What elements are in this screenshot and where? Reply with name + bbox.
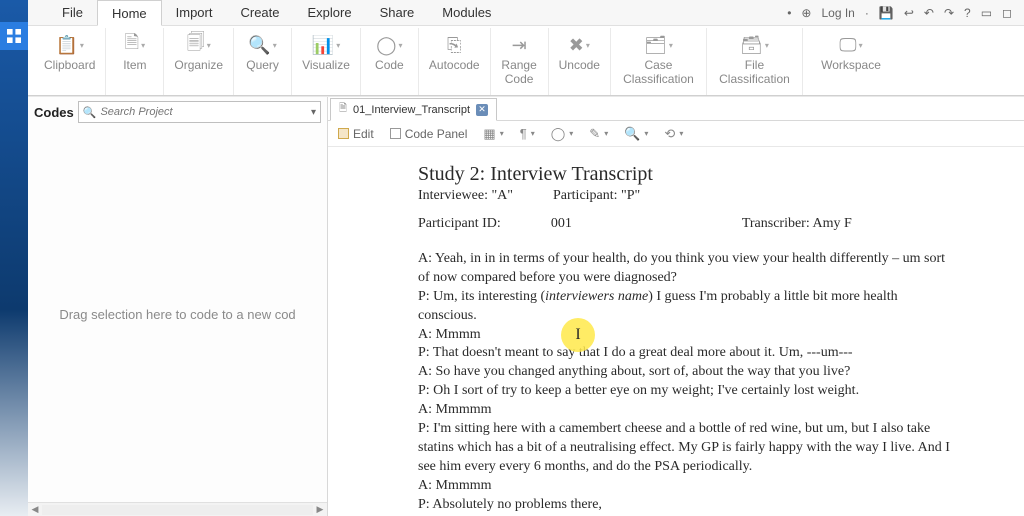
document-icon: 🗎 [339, 101, 347, 118]
scroll-left-icon[interactable]: ◀ [28, 504, 42, 515]
transcript-line: P: Um, its interesting (interviewers nam… [418, 288, 954, 326]
menu-import[interactable]: Import [162, 0, 227, 25]
transcript-line: A: Yeah, in in in terms of your health, … [418, 250, 954, 288]
divider: · [865, 6, 869, 20]
scroll-right-icon[interactable]: ▶ [313, 504, 327, 515]
layout-menu[interactable]: ▦▾ [483, 126, 503, 142]
highlighter-icon: ✎ [589, 126, 600, 142]
transcript-line: P: Absolutely no problems there, [418, 496, 954, 515]
codes-panel: Codes 🔍 ▾ Drag selection here to code to… [28, 97, 328, 516]
menu-share[interactable]: Share [366, 0, 429, 25]
menu-file[interactable]: File [48, 0, 97, 25]
ribbon-item[interactable]: 🗎▾ Item [106, 28, 164, 95]
menu-modules[interactable]: Modules [428, 0, 505, 25]
clipboard-icon: 📋▾ [55, 32, 83, 58]
login-button[interactable]: Log In [821, 6, 854, 20]
zoom-menu[interactable]: 🔍▾ [624, 126, 648, 142]
minimize-icon[interactable]: ▭ [981, 6, 992, 20]
document-tab-label: 01_Interview_Transcript [353, 104, 470, 116]
ribbon-code[interactable]: ◯▾ Code [361, 28, 419, 95]
layout-icon: ▦ [483, 126, 495, 142]
ribbon: 📋▾ Clipboard 🗎▾ Item 🗐▾ Organize 🔍▾ Quer… [28, 26, 1024, 96]
document-tab[interactable]: 🗎 01_Interview_Transcript ✕ [330, 98, 497, 121]
transcript-body[interactable]: A: Yeah, in in in terms of your health, … [418, 250, 954, 514]
code-panel-toggle[interactable]: Code Panel [390, 127, 468, 141]
close-tab-icon[interactable]: ✕ [476, 104, 488, 116]
menu-create[interactable]: Create [226, 0, 293, 25]
item-icon: 🗎▾ [125, 32, 146, 58]
ribbon-organize[interactable]: 🗐▾ Organize [164, 28, 234, 95]
ribbon-clipboard[interactable]: 📋▾ Clipboard [34, 28, 106, 95]
ribbon-visualize[interactable]: 📊▾ Visualize [292, 28, 361, 95]
help-icon[interactable]: ? [964, 6, 971, 20]
ribbon-file-classification[interactable]: 🗃▾ File Classification [707, 28, 803, 95]
search-icon: 🔍 [83, 106, 97, 119]
ribbon-workspace[interactable]: 🖵▾ Workspace [803, 28, 899, 95]
transcript-line: A: Mmmmm [418, 401, 954, 420]
globe-icon[interactable]: ⊕ [801, 6, 811, 20]
code-panel-checkbox[interactable] [390, 128, 401, 139]
document-content[interactable]: Study 2: Interview Transcript Interviewe… [328, 147, 1024, 516]
link-menu[interactable]: ⟲▾ [664, 126, 683, 142]
document-toolbar: Edit Code Panel ▦▾ ¶▾ ◯▾ ✎▾ 🔍▾ ⟲▾ [328, 121, 1024, 147]
save-icon[interactable]: 💾 [879, 6, 894, 20]
paragraph-menu[interactable]: ¶▾ [520, 126, 535, 141]
menubar: File Home Import Create Explore Share Mo… [28, 0, 1024, 26]
workspace-icon: 🖵▾ [839, 32, 862, 58]
transcript-line: A: Mmmm [418, 326, 954, 345]
codes-title: Codes [34, 105, 74, 120]
menu-explore[interactable]: Explore [294, 0, 366, 25]
redo-icon[interactable]: ↷ [944, 6, 954, 20]
organize-icon: 🗐▾ [187, 32, 211, 58]
zoom-icon: 🔍 [624, 126, 640, 142]
case-classification-icon: 🗂▾ [644, 32, 673, 58]
transcript-line: P: I'm sitting here with a camembert che… [418, 420, 954, 477]
document-panel: 🗎 01_Interview_Transcript ✕ Edit Code Pa… [328, 97, 1024, 516]
window-icon[interactable]: ◻ [1002, 6, 1012, 20]
autocode-icon: ⎘ [447, 32, 461, 58]
edit-toggle[interactable]: Edit [338, 127, 374, 141]
ribbon-uncode[interactable]: ✖▾ Uncode [549, 28, 611, 95]
interviewee-label: Interviewee: "A" [418, 188, 513, 204]
participant-label: Participant: "P" [553, 188, 640, 204]
codes-h-scrollbar[interactable]: ◀ ▶ [28, 502, 327, 516]
transcript-line: A: So have you changed anything about, s… [418, 363, 954, 382]
ribbon-range-code[interactable]: ⇥ Range Code [491, 28, 549, 95]
app-logo [0, 22, 28, 50]
highlighter-menu[interactable]: ✎▾ [589, 126, 608, 142]
ribbon-case-classification[interactable]: 🗂▾ Case Classification [611, 28, 707, 95]
sync-icon[interactable]: • [787, 6, 791, 20]
transcriber-label: Transcriber: Amy F [742, 216, 852, 232]
link-icon: ⟲ [664, 126, 675, 142]
chevron-down-icon[interactable]: ▾ [311, 107, 316, 118]
menu-home[interactable]: Home [97, 0, 162, 26]
transcript-line: P: That doesn't meant to say that I do a… [418, 344, 954, 363]
uncode-icon: ✖▾ [569, 32, 590, 58]
annotation-menu[interactable]: ◯▾ [551, 126, 574, 142]
refresh-icon[interactable]: ↩ [904, 6, 914, 20]
visualize-icon: 📊▾ [312, 32, 340, 58]
search-input[interactable] [100, 106, 311, 118]
ribbon-query[interactable]: 🔍▾ Query [234, 28, 292, 95]
ribbon-autocode[interactable]: ⎘ Autocode [419, 28, 491, 95]
search-project[interactable]: 🔍 ▾ [78, 101, 321, 123]
undo-icon[interactable]: ↶ [924, 6, 934, 20]
pid-label: Participant ID: [418, 216, 501, 232]
paragraph-icon: ¶ [520, 126, 527, 141]
transcript-line: P: Oh I sort of try to keep a better eye… [418, 382, 954, 401]
codes-drop-hint[interactable]: Drag selection here to code to a new cod [28, 127, 327, 502]
pid-value: 001 [551, 216, 572, 232]
code-icon: ◯▾ [376, 32, 402, 58]
transcript-line: A: Mmmmm [418, 477, 954, 496]
circle-icon: ◯ [551, 126, 566, 142]
file-classification-icon: 🗃▾ [740, 32, 769, 58]
range-code-icon: ⇥ [512, 32, 527, 58]
document-title: Study 2: Interview Transcript [418, 163, 954, 186]
query-icon: 🔍▾ [248, 32, 276, 58]
edit-checkbox[interactable] [338, 128, 349, 139]
